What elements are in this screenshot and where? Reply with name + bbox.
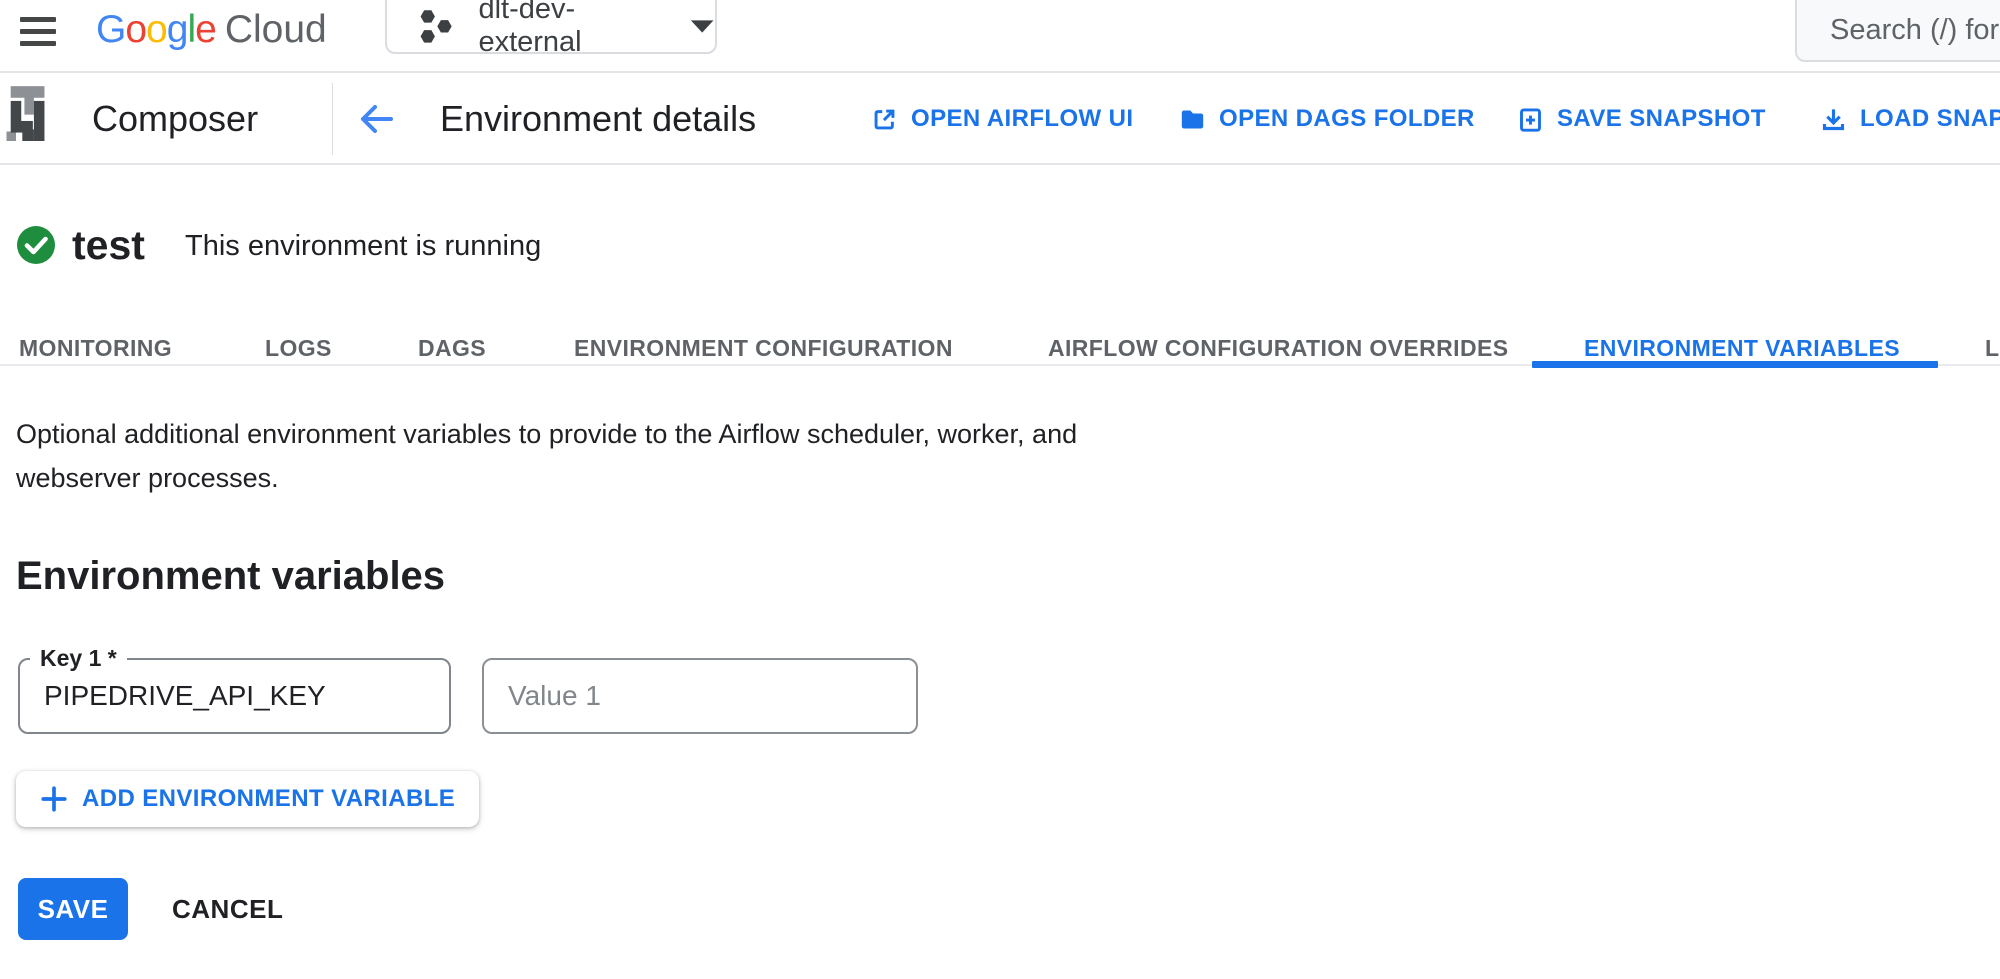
section-description: Optional additional environment variable…: [16, 412, 1077, 500]
logo-letter: e: [195, 8, 216, 52]
logo-letter: l: [187, 8, 195, 52]
key-field-label: Key 1 *: [30, 645, 127, 672]
logo-letter: o: [146, 8, 167, 52]
add-button-label: ADD ENVIRONMENT VARIABLE: [82, 785, 455, 813]
plus-icon: [40, 785, 68, 813]
tab-environment-variables[interactable]: ENVIRONMENT VARIABLES: [1584, 335, 1900, 362]
app-bar: Composer Environment details OPEN AIRFLO…: [0, 73, 2000, 165]
load-snapshot-button[interactable]: LOAD SNAPSHOT: [1820, 73, 2000, 165]
open-in-new-icon: [871, 106, 898, 133]
search-box: [1795, 0, 2000, 62]
arrow-back-icon: [357, 99, 397, 139]
back-button[interactable]: [357, 99, 397, 139]
product-name: Composer: [92, 73, 258, 165]
open-dags-folder-button[interactable]: OPEN DAGS FOLDER: [1179, 73, 1475, 165]
tab-bar: MONITORING LOGS DAGS ENVIRONMENT CONFIGU…: [0, 300, 2000, 374]
cancel-button[interactable]: CANCEL: [172, 878, 283, 940]
tab-airflow-configuration-overrides[interactable]: AIRFLOW CONFIGURATION OVERRIDES: [1048, 335, 1508, 362]
logo-cloud-text: Cloud: [225, 8, 327, 52]
status-running-icon: [15, 224, 57, 266]
action-label: SAVE SNAPSHOT: [1557, 105, 1766, 133]
chevron-down-icon: [689, 18, 715, 34]
tab-monitoring[interactable]: MONITORING: [19, 335, 172, 362]
search-input[interactable]: [1830, 14, 2000, 47]
logo-letter: o: [125, 8, 146, 52]
tab-labels[interactable]: LABELS: [1985, 335, 2000, 362]
tab-logs[interactable]: LOGS: [265, 335, 332, 362]
folder-icon: [1179, 106, 1206, 133]
composer-logo-icon: [6, 83, 46, 141]
environment-name: test: [72, 222, 145, 269]
top-bar: Google Cloud dlt-dev-external: [0, 0, 2000, 73]
value-field: [482, 658, 918, 734]
page-title: Environment details: [440, 73, 756, 165]
description-line: Optional additional environment variable…: [16, 412, 1077, 456]
logo-letter: g: [167, 8, 188, 52]
divider: [332, 83, 333, 155]
project-selector[interactable]: dlt-dev-external: [385, 0, 717, 54]
add-environment-variable-button[interactable]: ADD ENVIRONMENT VARIABLE: [16, 771, 479, 827]
logo-letter: G: [96, 8, 125, 52]
action-label: LOAD SNAPSHOT: [1860, 105, 2000, 133]
save-snapshot-button[interactable]: SAVE SNAPSHOT: [1517, 73, 1766, 165]
section-heading: Environment variables: [16, 554, 445, 599]
environment-status-message: This environment is running: [185, 230, 541, 263]
save-snapshot-icon: [1517, 106, 1544, 133]
project-hexagons-icon: [415, 4, 456, 48]
action-label: OPEN AIRFLOW UI: [911, 105, 1133, 133]
open-airflow-ui-button[interactable]: OPEN AIRFLOW UI: [871, 73, 1133, 165]
action-label: OPEN DAGS FOLDER: [1219, 105, 1475, 133]
value-input[interactable]: [484, 660, 916, 732]
tab-dags[interactable]: DAGS: [418, 335, 486, 362]
tab-environment-configuration[interactable]: ENVIRONMENT CONFIGURATION: [574, 335, 953, 362]
save-button[interactable]: SAVE: [18, 878, 128, 940]
download-icon: [1820, 106, 1847, 133]
menu-icon[interactable]: [20, 16, 56, 48]
description-line: webserver processes.: [16, 456, 1077, 500]
active-tab-indicator: [1532, 361, 1938, 368]
google-cloud-logo: Google Cloud: [96, 7, 327, 53]
project-name: dlt-dev-external: [478, 0, 666, 59]
